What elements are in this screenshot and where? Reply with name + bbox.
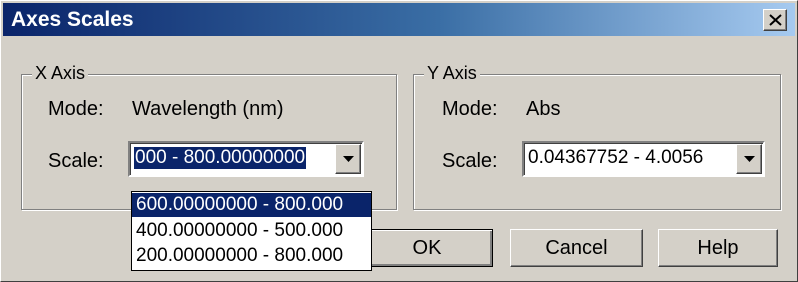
x-scale-select[interactable]: 000 - 800.00000000 xyxy=(128,141,364,177)
close-button[interactable] xyxy=(763,9,787,31)
x-scale-dropdown-list: 600.00000000 - 800.000 400.00000000 - 50… xyxy=(131,191,372,271)
x-scale-label: Scale: xyxy=(48,150,104,172)
x-scale-dropdown-button[interactable] xyxy=(335,144,361,174)
y-scale-select[interactable]: 0.04367752 - 4.0056 xyxy=(522,141,765,177)
title-bar[interactable]: Axes Scales xyxy=(3,3,795,36)
y-scale-value: 0.04367752 - 4.0056 xyxy=(528,147,704,168)
y-scale-dropdown-button[interactable] xyxy=(736,144,762,174)
y-scale-label: Scale: xyxy=(442,150,498,172)
help-button[interactable]: Help xyxy=(658,229,778,267)
y-axis-legend: Y Axis xyxy=(424,63,480,84)
chevron-down-icon xyxy=(744,156,755,162)
y-mode-value: Abs xyxy=(526,98,561,120)
x-mode-label: Mode: xyxy=(48,98,104,120)
cancel-button[interactable]: Cancel xyxy=(510,229,643,267)
x-scale-option[interactable]: 600.00000000 - 800.000 xyxy=(132,193,371,217)
window-title: Axes Scales xyxy=(11,8,134,31)
x-axis-legend: X Axis xyxy=(32,63,89,84)
x-scale-option[interactable]: 200.00000000 - 800.000 xyxy=(132,244,371,268)
x-mode-value: Wavelength (nm) xyxy=(132,98,284,120)
ok-button[interactable]: OK xyxy=(361,229,493,267)
x-scale-value: 000 - 800.00000000 xyxy=(134,147,307,169)
axes-scales-dialog: Axes Scales X Axis Mode: Wavelength (nm)… xyxy=(0,0,798,282)
close-icon xyxy=(769,14,782,26)
chevron-down-icon xyxy=(343,156,354,162)
x-scale-option[interactable]: 400.00000000 - 500.000 xyxy=(132,219,371,243)
y-mode-label: Mode: xyxy=(442,98,498,120)
